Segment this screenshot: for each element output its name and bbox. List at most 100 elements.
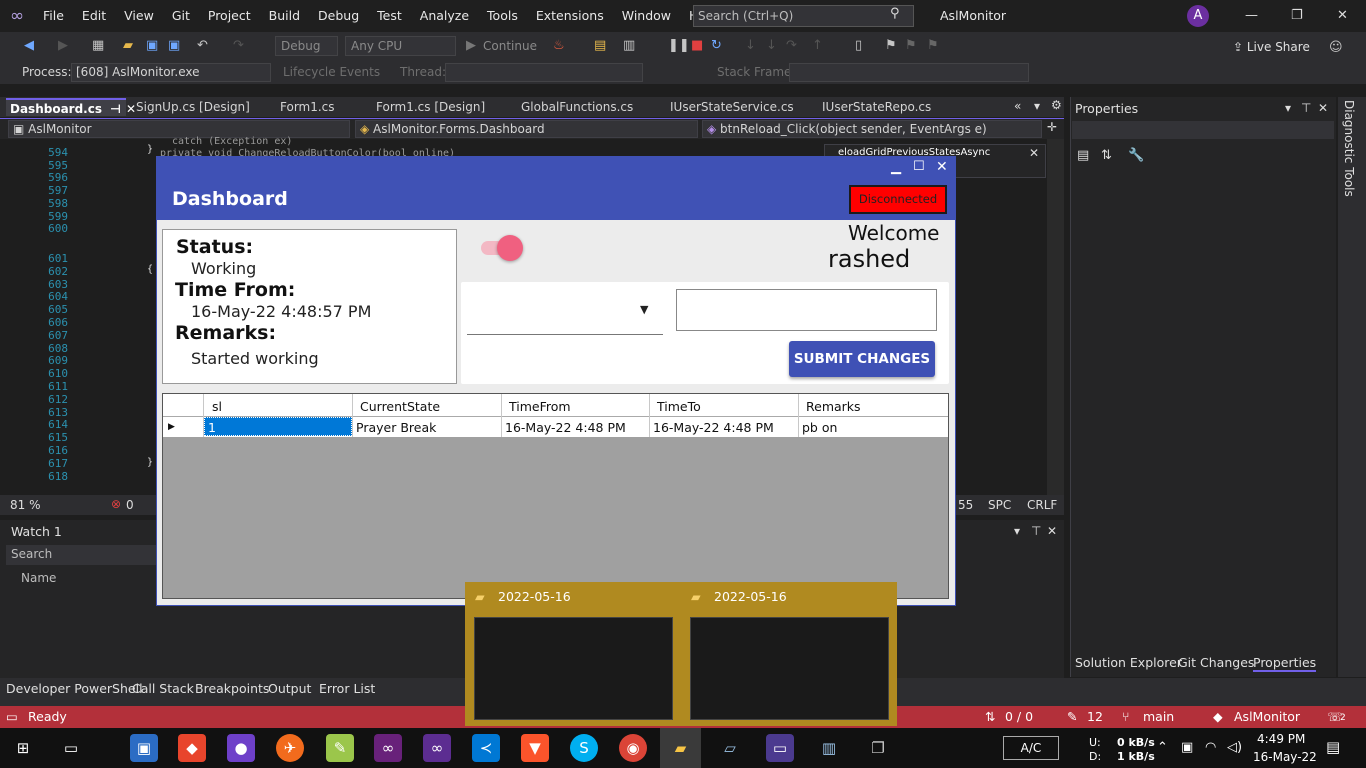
column-sl[interactable]: sl — [212, 399, 222, 414]
menu-project[interactable]: Project — [199, 0, 260, 32]
pending-edits-count[interactable]: 12 — [1087, 709, 1103, 724]
tab-call-stack[interactable]: Call Stack — [132, 681, 194, 696]
git-repository[interactable]: AslMonitor — [1234, 709, 1300, 724]
step-back-icon[interactable]: ↑ — [812, 38, 823, 53]
menu-edit[interactable]: Edit — [73, 0, 115, 32]
thread-select[interactable] — [445, 63, 643, 82]
search-input[interactable]: Search (Ctrl+Q) — [693, 5, 914, 27]
github-desktop-icon[interactable]: ● — [227, 734, 255, 762]
taskbar-app-icon[interactable]: ▣ — [130, 734, 158, 762]
tab-properties[interactable]: Properties — [1253, 655, 1317, 672]
process-select[interactable]: [608] AslMonitor.exe — [71, 63, 271, 82]
online-toggle-knob[interactable] — [497, 235, 523, 261]
hot-reload-icon[interactable]: ♨ — [553, 38, 565, 53]
tray-app-icon[interactable]: ▣ — [1181, 740, 1193, 755]
new-project-icon[interactable]: ▦ — [92, 38, 104, 53]
minimize-icon[interactable]: — — [1245, 8, 1258, 23]
preview-thumbnail-1[interactable] — [474, 617, 673, 720]
taskbar-monitor-icon[interactable]: ▥ — [815, 734, 843, 762]
tray-expand-icon[interactable]: ⌃ — [1157, 740, 1168, 755]
keyboard-language[interactable]: A/C — [1003, 736, 1059, 760]
taskbar-window-icon[interactable]: ❐ — [864, 734, 892, 762]
column-remarks[interactable]: Remarks — [806, 399, 861, 414]
error-count[interactable]: 0 — [126, 498, 134, 512]
selected-cell[interactable] — [204, 417, 352, 436]
tab-output[interactable]: Output — [268, 681, 311, 696]
undo-icon[interactable]: ↶ — [197, 38, 208, 53]
back-icon[interactable]: ◀ — [24, 38, 34, 53]
cell-current-state[interactable]: Prayer Break — [356, 420, 436, 435]
dashboard-close-icon[interactable]: ✕ — [936, 159, 948, 175]
tab-breakpoints[interactable]: Breakpoints — [195, 681, 269, 696]
properties-pin-icon[interactable]: ⊤ — [1301, 101, 1311, 115]
tab-globalfunctions[interactable]: GlobalFunctions.cs — [517, 98, 633, 116]
layout-icon[interactable]: ▥ — [623, 38, 635, 53]
volume-icon[interactable]: ◁) — [1227, 740, 1242, 755]
chrome-icon[interactable]: ◉ — [619, 734, 647, 762]
feedback-icon[interactable]: ☺ — [1329, 40, 1343, 55]
tab-list-icon[interactable]: ▾ — [1034, 99, 1040, 113]
connection-status-button[interactable]: Disconnected — [849, 185, 947, 214]
tab-solution-explorer[interactable]: Solution Explorer — [1075, 655, 1182, 670]
menu-extensions[interactable]: Extensions — [527, 0, 613, 32]
menu-view[interactable]: View — [115, 0, 163, 32]
continue-icon[interactable]: ▶ — [466, 38, 476, 53]
preview-label-2[interactable]: 2022-05-16 — [714, 589, 787, 604]
column-current-state[interactable]: CurrentState — [360, 399, 440, 414]
git-branch[interactable]: main — [1143, 709, 1174, 724]
menu-test[interactable]: Test — [368, 0, 411, 32]
visual-studio-icon[interactable]: ∞ — [374, 734, 402, 762]
categorized-icon[interactable]: ▤ — [1077, 148, 1089, 163]
restore-icon[interactable]: ❐ — [1291, 8, 1303, 23]
menu-analyze[interactable]: Analyze — [411, 0, 478, 32]
pause-icon[interactable]: ❚❚ — [668, 38, 690, 53]
tab-dashboard-cs[interactable]: Dashboard.cs ⊣ ✕ — [6, 98, 136, 116]
class-navigation-select[interactable]: ◈ AslMonitor.Forms.Dashboard — [355, 120, 698, 138]
preview-label-1[interactable]: 2022-05-16 — [498, 589, 571, 604]
preview-thumbnail-2[interactable] — [690, 617, 889, 720]
watch-search-input[interactable]: Search — [6, 545, 156, 565]
watch-menu-icon[interactable]: ▾ — [1014, 524, 1020, 538]
clock-date[interactable]: 16-May-22 — [1253, 750, 1317, 764]
tab-iuserstateservice[interactable]: IUserStateService.cs — [666, 98, 794, 116]
continue-button[interactable]: Continue — [483, 39, 537, 53]
live-share-button[interactable]: ⇪ Live Share — [1233, 40, 1310, 54]
file-explorer-icon[interactable]: ▰ — [660, 728, 701, 768]
configuration-select[interactable]: Debug — [275, 36, 338, 56]
save-all-icon[interactable]: ▣ — [168, 38, 180, 53]
peek-close-icon[interactable]: ✕ — [1029, 146, 1039, 160]
wrench-icon[interactable]: 🔧 — [1128, 148, 1144, 163]
step-over-icon[interactable]: ↓ — [766, 38, 777, 53]
tab-overflow-icon[interactable]: « — [1014, 99, 1021, 113]
step-into-icon[interactable]: ↓ — [745, 38, 756, 53]
tab-settings-icon[interactable]: ⚙ — [1051, 98, 1062, 112]
menu-build[interactable]: Build — [260, 0, 309, 32]
search-icon[interactable]: ⚲ — [890, 6, 900, 21]
tab-form1-cs[interactable]: Form1.cs — [276, 98, 335, 116]
column-time-to[interactable]: TimeTo — [657, 399, 701, 414]
split-icon[interactable]: ▯ — [855, 38, 862, 53]
brave-browser-icon[interactable]: ▼ — [521, 734, 549, 762]
dashboard-titlebar[interactable] — [156, 156, 956, 180]
close-icon[interactable]: ✕ — [1337, 8, 1348, 23]
open-folder-icon[interactable]: ▰ — [123, 38, 133, 53]
tab-signup-design[interactable]: SignUp.cs [Design] — [132, 98, 250, 116]
browse-icon[interactable]: ▤ — [594, 38, 606, 53]
taskbar-terminal-icon[interactable]: ▭ — [766, 734, 794, 762]
remarks-input[interactable] — [676, 289, 937, 331]
restart-icon[interactable]: ↻ — [711, 38, 722, 53]
menu-tools[interactable]: Tools — [478, 0, 527, 32]
postman-icon[interactable]: ✈ — [276, 734, 304, 762]
watch-pin-icon[interactable]: ⊤ — [1031, 524, 1041, 538]
visual-studio-2-icon[interactable]: ∞ — [423, 734, 451, 762]
windows-start-icon[interactable]: ⊞ — [9, 734, 37, 762]
properties-object-select[interactable] — [1072, 121, 1334, 139]
bookmark-prev-icon[interactable]: ⚑ — [905, 38, 917, 53]
line-ending-indicator[interactable]: CRLF — [1027, 498, 1057, 512]
pin-icon[interactable]: ⊣ — [110, 102, 121, 116]
git-sync-count[interactable]: 0 / 0 — [1005, 709, 1033, 724]
skype-icon[interactable]: S — [570, 734, 598, 762]
watch-close-icon[interactable]: ✕ — [1047, 524, 1057, 538]
task-view-icon[interactable]: ▭ — [57, 734, 85, 762]
menu-git[interactable]: Git — [163, 0, 199, 32]
